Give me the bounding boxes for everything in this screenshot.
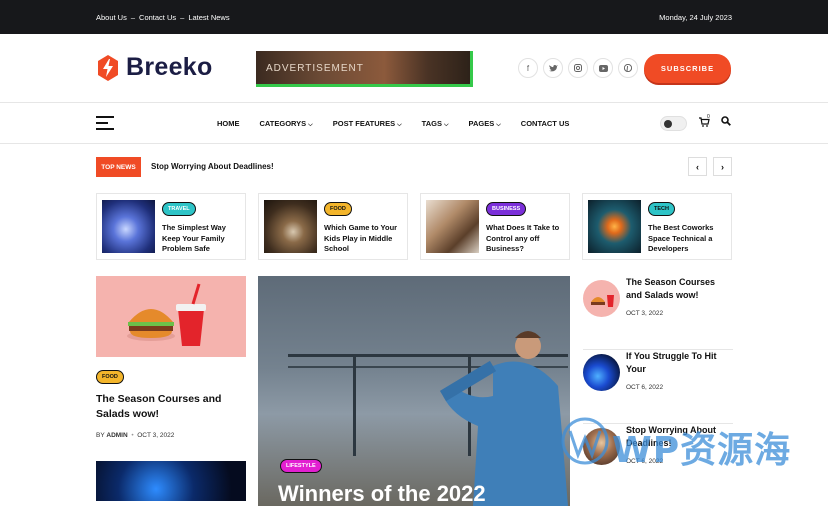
cart-count: 0: [707, 114, 710, 120]
top-bar: About Us – Contact Us – Latest News Mond…: [0, 0, 828, 34]
moon-icon: [664, 120, 672, 128]
top-link-contact[interactable]: Contact Us: [139, 13, 176, 22]
logo-text: Breeko: [126, 53, 213, 81]
site-header: Breeko ADVERTISEMENT f SUBSCRIBE: [0, 34, 828, 103]
by-label: BY: [96, 432, 105, 439]
category-badge[interactable]: TECH: [648, 202, 675, 216]
post-date: OCT 6, 2022: [626, 384, 664, 391]
hero-title[interactable]: Winners of the 2022: [278, 481, 486, 506]
card-title[interactable]: The Best Coworks Space Technical a Devel…: [648, 223, 728, 255]
top-link-about[interactable]: About Us: [96, 13, 127, 22]
featured-card[interactable]: TECH The Best Coworks Space Technical a …: [582, 193, 732, 260]
chevron-down-icon: ⌵: [496, 122, 501, 128]
nav-item-pages[interactable]: PAGES ⌵: [469, 119, 501, 129]
hero-post[interactable]: LIFESTYLE Winners of the 2022: [258, 276, 570, 506]
twitter-icon[interactable]: [543, 58, 563, 78]
top-link-separator: –: [130, 13, 136, 22]
main-navigation: HOME CATEGORYS ⌵ POST FEATURES ⌵ TAGS ⌵ PAG…: [0, 104, 828, 144]
left-post: FOOD The Season Courses and Salads wow! …: [96, 276, 246, 439]
watermark: WP资源海: [560, 413, 820, 473]
current-date: Monday, 24 July 2023: [659, 13, 732, 22]
search-icon[interactable]: [721, 116, 731, 129]
advertisement-label: ADVERTISEMENT: [266, 63, 364, 74]
category-badge[interactable]: FOOD: [96, 370, 124, 384]
post-thumbnail[interactable]: [583, 354, 620, 391]
category-badge[interactable]: TRAVEL: [162, 202, 196, 216]
nav-item-categorys[interactable]: CATEGORYS ⌵: [260, 119, 313, 129]
youtube-icon[interactable]: [593, 58, 613, 78]
card-thumbnail[interactable]: [102, 200, 155, 253]
hero-person-image: [439, 331, 568, 506]
post-meta: BY ADMIN • OCT 3, 2022: [96, 432, 174, 439]
post-title[interactable]: The Season Courses and Salads wow!: [96, 392, 246, 422]
card-thumbnail[interactable]: [426, 200, 479, 253]
top-link-separator: –: [180, 13, 185, 22]
chevron-down-icon: ⌵: [397, 122, 402, 128]
watermark-text: WP资源海: [612, 430, 792, 471]
cart-icon[interactable]: 0: [699, 114, 710, 130]
chevron-down-icon: ⌵: [443, 122, 449, 128]
top-link-latest-news[interactable]: Latest News: [188, 13, 229, 22]
category-badge[interactable]: FOOD: [324, 202, 352, 216]
top-news-label: TOP NEWS: [96, 157, 141, 177]
site-logo[interactable]: Breeko: [96, 53, 213, 82]
meta-separator: •: [131, 432, 134, 439]
card-thumbnail[interactable]: [264, 200, 317, 253]
post-image[interactable]: [96, 461, 246, 501]
ticker-headline[interactable]: Stop Worrying About Deadlines!: [151, 162, 274, 171]
burger-drink-illustration: [127, 283, 206, 346]
category-badge[interactable]: LIFESTYLE: [280, 459, 322, 473]
nav-item-tags[interactable]: TAGS ⌵: [422, 119, 449, 129]
sidebar-post[interactable]: The Season Courses and Salads wow! OCT 3…: [583, 276, 733, 350]
featured-card[interactable]: FOOD Which Game to Your Kids Play in Mid…: [258, 193, 408, 260]
facebook-icon[interactable]: f: [518, 58, 538, 78]
nav-item-contact-us[interactable]: CONTACT US: [521, 119, 570, 129]
post-author[interactable]: ADMIN: [106, 432, 127, 439]
lightning-logo-icon: [98, 54, 118, 81]
category-badge[interactable]: BUSINESS: [486, 202, 527, 216]
social-links: f: [518, 58, 638, 78]
news-ticker: TOP NEWS Stop Worrying About Deadlines! …: [96, 157, 732, 177]
dark-mode-toggle[interactable]: [660, 116, 687, 131]
ticker-next-button[interactable]: ›: [713, 157, 732, 176]
featured-cards: TRAVEL The Simplest Way Keep Your Family…: [96, 193, 732, 260]
hamburger-menu-icon[interactable]: [96, 116, 114, 134]
nav-item-home[interactable]: HOME: [217, 119, 240, 129]
wp-logo-icon: [561, 417, 609, 465]
post-date: OCT 3, 2022: [626, 310, 664, 317]
subscribe-button[interactable]: SUBSCRIBE: [644, 54, 731, 83]
post-date: OCT 3, 2022: [137, 432, 175, 439]
post-title[interactable]: The Season Courses and Salads wow!: [626, 276, 733, 302]
featured-card[interactable]: BUSINESS What Does It Take to Control an…: [420, 193, 570, 260]
card-thumbnail[interactable]: [588, 200, 641, 253]
ticker-prev-button[interactable]: ‹: [688, 157, 707, 176]
card-title[interactable]: Which Game to Your Kids Play in Middle S…: [324, 223, 404, 255]
nav-item-post-features[interactable]: POST FEATURES ⌵: [333, 119, 402, 129]
advertisement-banner[interactable]: ADVERTISEMENT: [256, 51, 473, 87]
nav-menu: HOME CATEGORYS ⌵ POST FEATURES ⌵ TAGS ⌵ PAG…: [217, 119, 589, 129]
pinterest-icon[interactable]: [618, 58, 638, 78]
top-links: About Us – Contact Us – Latest News: [96, 13, 230, 22]
chevron-down-icon: ⌵: [308, 122, 313, 128]
post-image[interactable]: [96, 276, 246, 357]
featured-card[interactable]: TRAVEL The Simplest Way Keep Your Family…: [96, 193, 246, 260]
post-title[interactable]: If You Struggle To Hit Your: [626, 350, 733, 376]
card-title[interactable]: The Simplest Way Keep Your Family Proble…: [162, 223, 242, 255]
card-title[interactable]: What Does It Take to Control any off Bus…: [486, 223, 566, 255]
instagram-icon[interactable]: [568, 58, 588, 78]
post-thumbnail[interactable]: [583, 280, 620, 317]
